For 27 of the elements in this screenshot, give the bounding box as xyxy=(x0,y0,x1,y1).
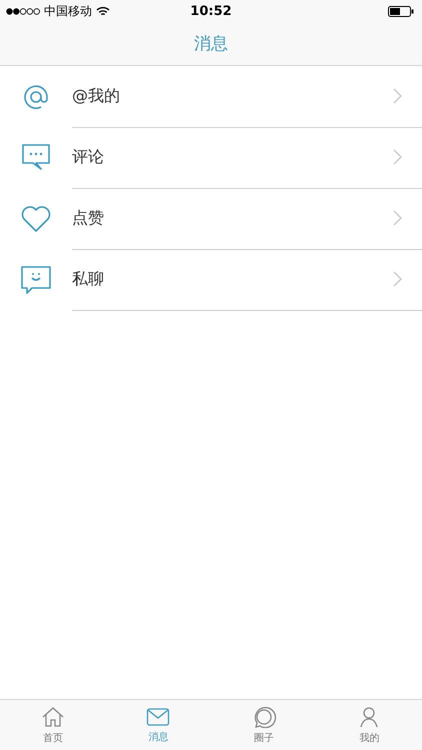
nav-title: 消息 xyxy=(194,33,228,55)
row-label: @我的 xyxy=(72,86,121,106)
chevron-right-icon xyxy=(393,149,402,165)
status-time: 10:52 xyxy=(190,4,232,18)
row-label: 点赞 xyxy=(72,208,105,228)
message-category-row[interactable]: @我的 xyxy=(0,66,422,127)
heart-icon xyxy=(20,204,52,234)
row-label: 评论 xyxy=(72,146,105,168)
message-category-row[interactable]: 点赞 xyxy=(0,188,422,249)
chevron-right-icon xyxy=(393,88,402,104)
battery-icon xyxy=(388,6,414,16)
speech-bubble-icon xyxy=(20,142,52,172)
signal-dots-icon xyxy=(6,8,40,14)
chevron-right-icon xyxy=(393,271,402,287)
person-icon xyxy=(358,706,380,728)
wifi-icon xyxy=(96,6,110,16)
home-icon xyxy=(40,706,65,728)
chevron-right-icon xyxy=(393,210,402,226)
message-category-row[interactable]: 评论 xyxy=(0,127,422,188)
row-label: 私聊 xyxy=(72,268,105,290)
tab-bar-item[interactable]: 我的 xyxy=(316,700,422,750)
tab-bar-item[interactable]: 圈子 xyxy=(211,700,316,750)
envelope-icon xyxy=(146,706,170,726)
tab-bar-item[interactable]: 首页 xyxy=(0,700,106,750)
carrier-name: 中国移动 xyxy=(44,2,92,20)
message-category-row[interactable]: 私聊 xyxy=(0,249,422,310)
smiley-bubble-icon xyxy=(20,264,52,294)
